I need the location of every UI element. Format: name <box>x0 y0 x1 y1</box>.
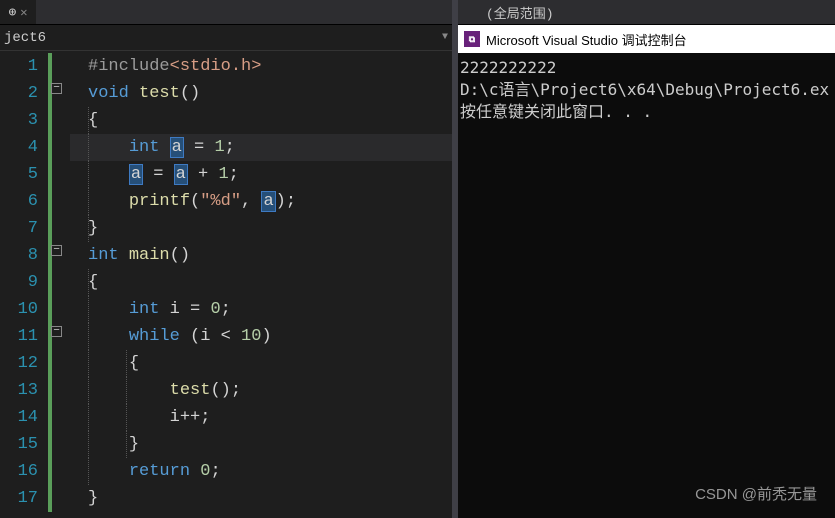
scope-dropdown[interactable]: (全局范围) <box>458 0 835 25</box>
line-number: 6 <box>0 188 38 215</box>
code-line[interactable]: { <box>70 269 452 296</box>
line-number: 12 <box>0 350 38 377</box>
code-line[interactable]: } <box>70 485 452 512</box>
line-number: 5 <box>0 161 38 188</box>
line-number: 10 <box>0 296 38 323</box>
code-line[interactable]: printf("%d", a); <box>70 188 452 215</box>
code-line[interactable]: } <box>70 431 452 458</box>
line-number: 16 <box>0 458 38 485</box>
line-number: 11 <box>0 323 38 350</box>
vs-icon: ⧉ <box>464 31 480 47</box>
line-number: 8 <box>0 242 38 269</box>
fold-toggle[interactable]: − <box>51 326 62 337</box>
line-number: 13 <box>0 377 38 404</box>
code-line[interactable]: int a = 1; <box>70 134 452 161</box>
tab-bar: ⊕ ✕ <box>0 0 452 25</box>
console-output[interactable]: 2222222222 D:\c语言\Project6\x64\Debug\Pro… <box>458 53 835 518</box>
line-number: 7 <box>0 215 38 242</box>
pin-icon: ⊕ <box>8 5 16 20</box>
line-number: 9 <box>0 269 38 296</box>
line-number: 1 <box>0 53 38 80</box>
code-line[interactable]: { <box>70 107 452 134</box>
line-number: 17 <box>0 485 38 512</box>
code-line[interactable]: i++; <box>70 404 452 431</box>
scope-label: (全局范围) <box>486 3 554 22</box>
code-line[interactable]: int i = 0; <box>70 296 452 323</box>
breadcrumb-project: ject6 <box>4 30 436 46</box>
code-line[interactable]: while (i < 10) <box>70 323 452 350</box>
code-line[interactable]: test(); <box>70 377 452 404</box>
close-icon[interactable]: ✕ <box>20 5 27 20</box>
code-line[interactable]: void test() <box>70 80 452 107</box>
editor-pane: ⊕ ✕ ject6 ▼ 1 2 3 4 5 6 7 8 9 10 11 12 1… <box>0 0 452 518</box>
chevron-down-icon[interactable]: ▼ <box>442 32 448 43</box>
code-line[interactable]: int main() <box>70 242 452 269</box>
line-number: 3 <box>0 107 38 134</box>
code-line[interactable]: } <box>70 215 452 242</box>
console-pane: (全局范围) ⧉ Microsoft Visual Studio 调试控制台 2… <box>458 0 835 518</box>
code-line[interactable]: { <box>70 350 452 377</box>
line-gutter: 1 2 3 4 5 6 7 8 9 10 11 12 13 14 15 16 1… <box>0 51 48 518</box>
code-area[interactable]: 1 2 3 4 5 6 7 8 9 10 11 12 13 14 15 16 1… <box>0 51 452 518</box>
code-line[interactable]: #include<stdio.h> <box>70 53 452 80</box>
code-lines[interactable]: #include<stdio.h> void test() { int a = … <box>70 51 452 518</box>
fold-toggle[interactable]: − <box>51 83 62 94</box>
pinned-tab[interactable]: ⊕ ✕ <box>0 0 36 24</box>
fold-toggle[interactable]: − <box>51 245 62 256</box>
console-titlebar: ⧉ Microsoft Visual Studio 调试控制台 <box>458 25 835 53</box>
line-number: 4 <box>0 134 38 161</box>
change-indicator <box>48 53 52 512</box>
line-number: 2 <box>0 80 38 107</box>
console-title-text: Microsoft Visual Studio 调试控制台 <box>486 30 687 49</box>
fold-column: − − − <box>48 51 70 518</box>
code-line[interactable]: a = a + 1; <box>70 161 452 188</box>
breadcrumb[interactable]: ject6 ▼ <box>0 25 452 51</box>
line-number: 14 <box>0 404 38 431</box>
code-line[interactable]: return 0; <box>70 458 452 485</box>
watermark: CSDN @前秃无量 <box>695 483 817 504</box>
line-number: 15 <box>0 431 38 458</box>
